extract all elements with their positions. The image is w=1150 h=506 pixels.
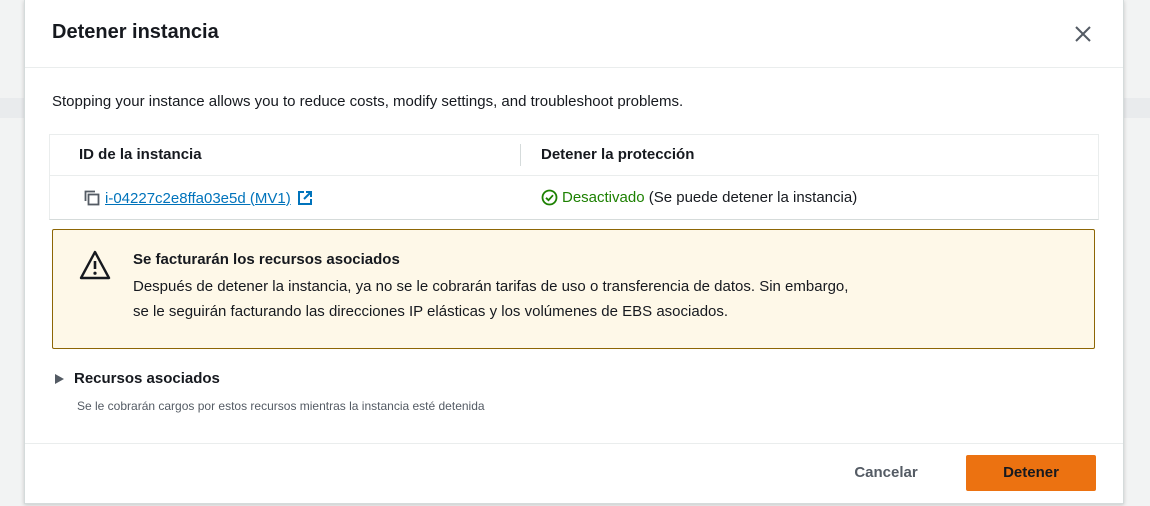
external-link-icon[interactable]	[297, 190, 313, 206]
copy-icon[interactable]	[83, 189, 101, 207]
modal-header: Detener instancia	[25, 0, 1123, 68]
alert-body-line: se le seguirán facturando las direccione…	[133, 303, 729, 320]
modal-title: Detener instancia	[52, 21, 219, 43]
stop-protection-cell: Desactivado (Se puede detener la instanc…	[541, 189, 857, 206]
footer-divider	[25, 443, 1123, 444]
alert-title: Se facturarán los recursos asociados	[133, 251, 400, 268]
close-icon[interactable]	[1071, 22, 1095, 46]
expander-description: Se le cobrarán cargos por estos recursos…	[77, 399, 485, 413]
caret-right-icon	[55, 373, 64, 384]
instance-id-cell: i-04227c2e8ffa03e5d (MV1)	[83, 189, 313, 207]
associated-resources-expander[interactable]: Recursos asociados	[53, 370, 220, 387]
instance-table: ID de la instancia Detener la protección…	[49, 134, 1099, 220]
protection-status: Desactivado	[562, 189, 645, 206]
check-circle-icon	[541, 189, 558, 206]
protection-note: (Se puede detener la instancia)	[644, 189, 858, 206]
instance-id-link[interactable]: i-04227c2e8ffa03e5d (MV1)	[105, 190, 291, 207]
header-stop-protection: Detener la protección	[541, 146, 695, 163]
alert-body-line: Después de detener la instancia, ya no s…	[133, 278, 849, 295]
cancel-button[interactable]: Cancelar	[837, 455, 935, 491]
header-divider	[520, 144, 521, 166]
expander-label: Recursos asociados	[74, 370, 220, 387]
warning-icon	[79, 250, 111, 280]
stop-button[interactable]: Detener	[966, 455, 1096, 491]
billing-warning-alert: Se facturarán los recursos asociados Des…	[52, 229, 1095, 349]
stop-instance-modal: Detener instancia Stopping your instance…	[24, 0, 1124, 504]
header-border	[50, 175, 1098, 176]
header-instance-id: ID de la instancia	[79, 146, 202, 163]
intro-text: Stopping your instance allows you to red…	[52, 93, 684, 110]
alert-body: Después de detener la instancia, ya no s…	[133, 274, 1053, 324]
